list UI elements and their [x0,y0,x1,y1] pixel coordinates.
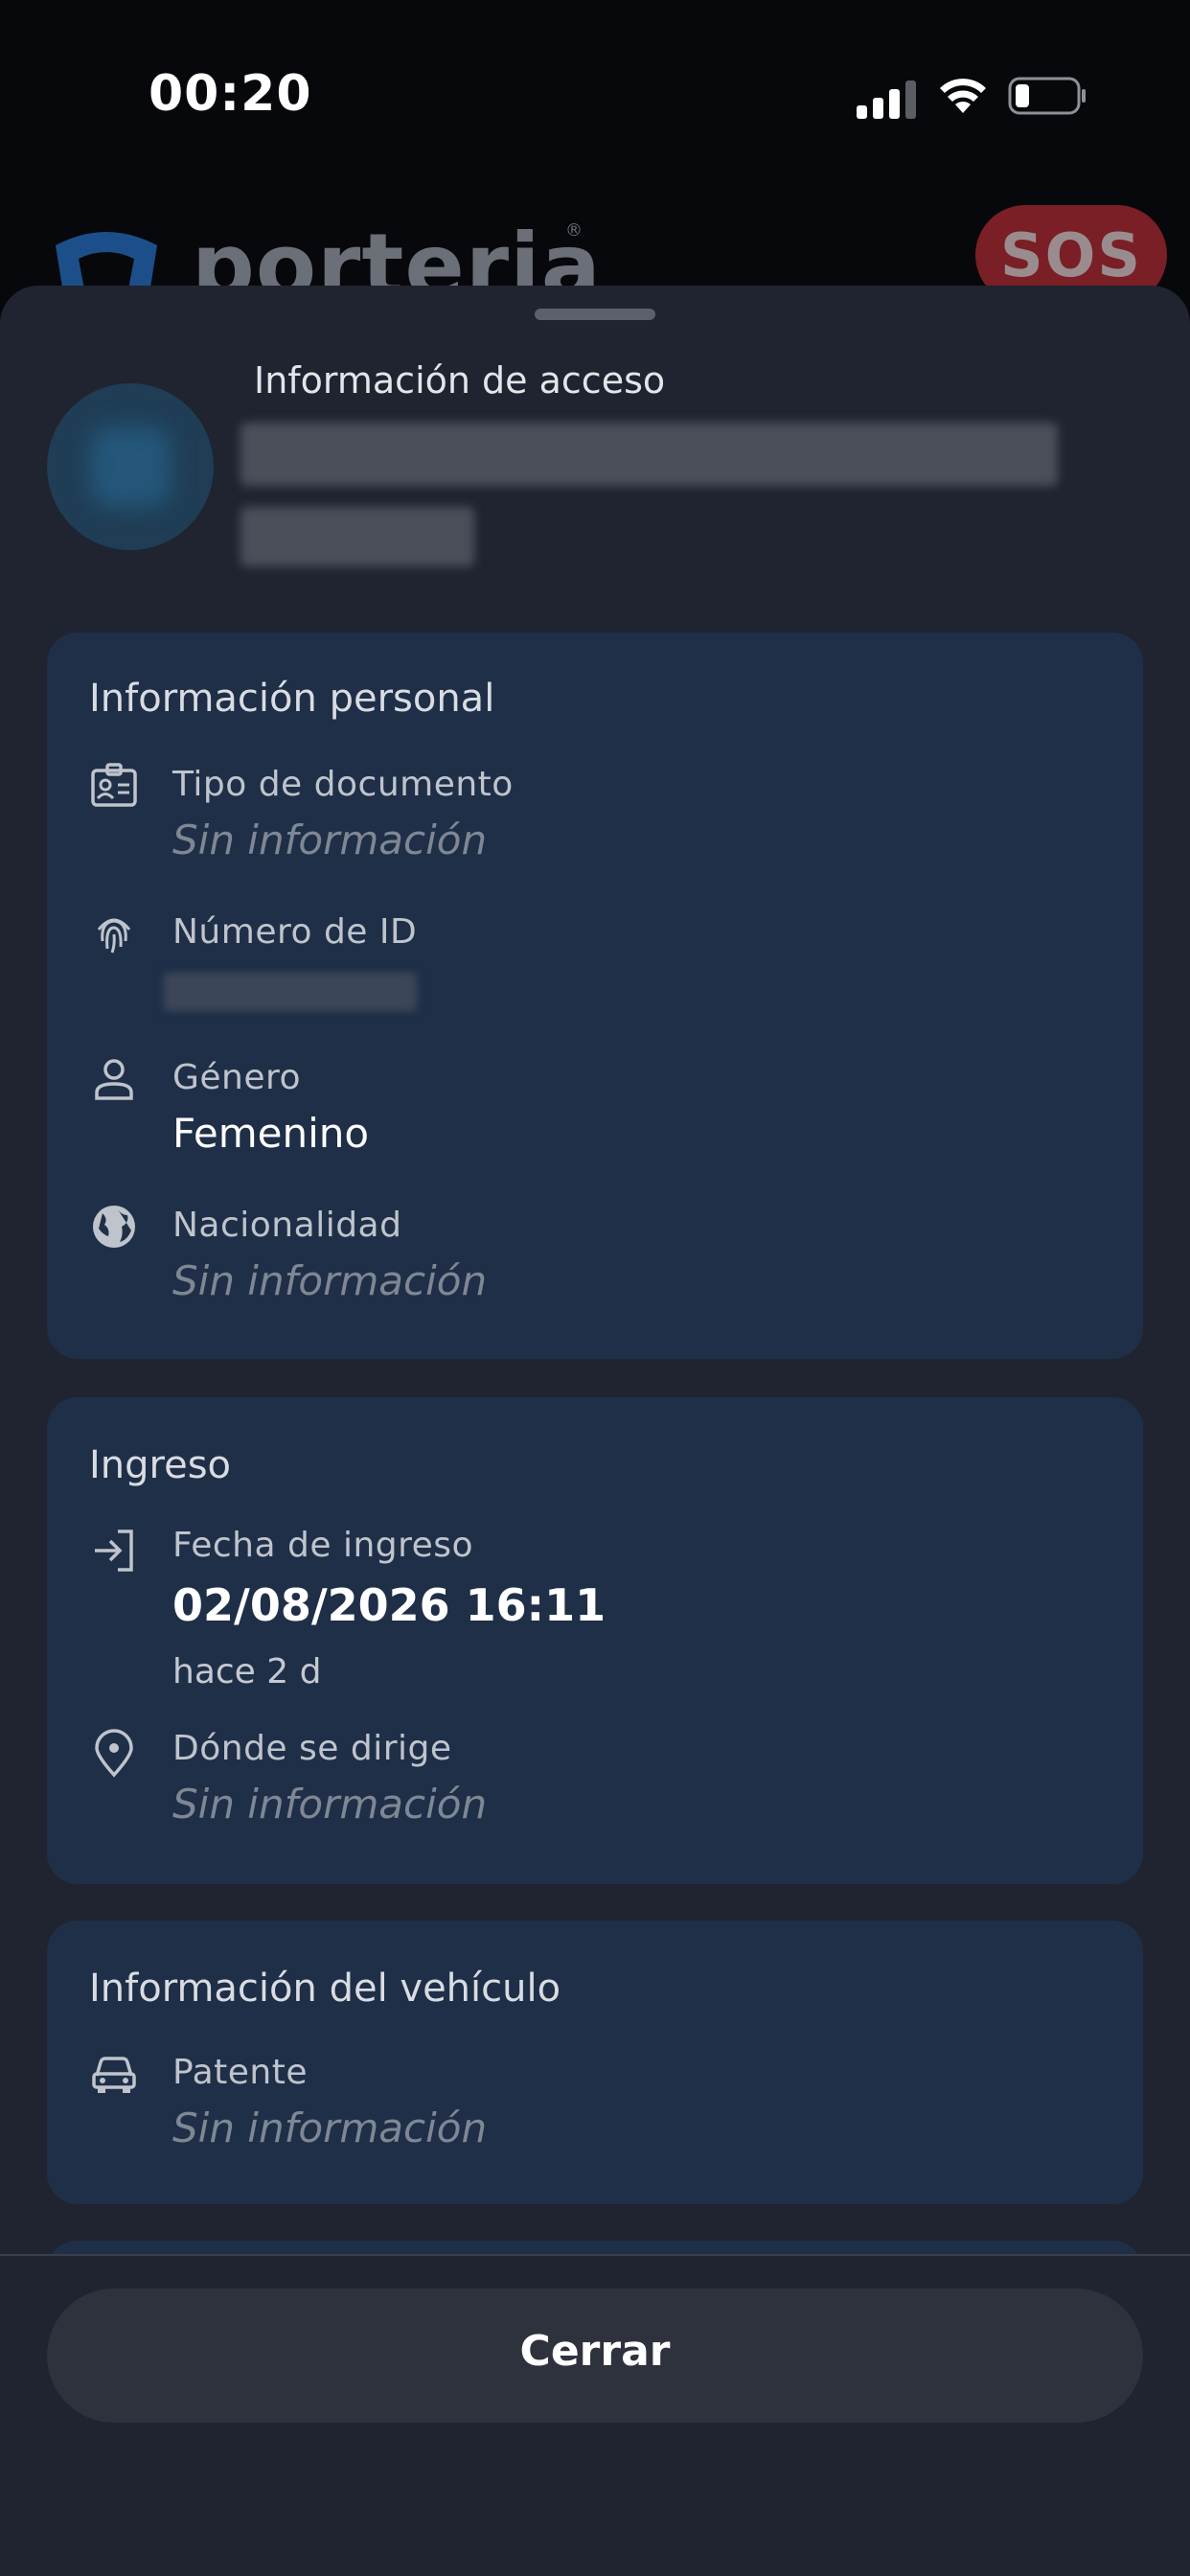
vehicle-card: Información del vehículo Patente Sin inf… [47,1920,1143,2204]
id-number-label: Número de ID [172,912,418,952]
globe-icon [93,1206,135,1248]
entry-card: Ingreso Fecha de ingreso 02/08/2026 16:1… [47,1397,1143,1884]
gender-value: Femenino [172,1110,370,1157]
cellular-signal-icon [857,80,916,119]
nationality-value: Sin información [172,1257,488,1304]
entry-date-value: 02/08/2026 16:11 [172,1579,606,1631]
battery-icon [1008,77,1086,115]
status-bar: 00:20 [0,0,1190,192]
avatar [47,383,214,550]
close-button-label: Cerrar [519,2327,671,2376]
access-info-sheet: Información de acceso Información person… [0,286,1190,2576]
visitor-subtitle-blurred [240,507,474,566]
id-number-value-blurred [164,973,417,1011]
status-time: 00:20 [149,65,312,123]
card-title: Ingreso [89,1443,232,1487]
personal-info-card: Información personal Tipo de documento S… [47,632,1143,1359]
sos-label: SOS [999,220,1142,290]
document-type-label: Tipo de documento [172,765,514,804]
id-card-icon [91,763,137,807]
logo-registered-mark: ® [565,220,583,241]
plate-value: Sin información [172,2104,488,2151]
person-icon [95,1059,133,1100]
destination-label: Dónde se dirige [172,1729,452,1768]
car-icon [92,2057,136,2093]
fingerprint-icon [97,918,131,954]
wifi-icon [940,79,986,113]
destination-value: Sin información [172,1781,488,1828]
plate-label: Patente [172,2053,308,2092]
visitor-name-blurred [240,423,1058,486]
status-icons [857,73,1087,121]
nationality-label: Nacionalidad [172,1206,402,1245]
document-type-value: Sin información [172,816,488,863]
gender-label: Género [172,1058,302,1097]
close-button[interactable]: Cerrar [47,2288,1143,2423]
card-title: Información del vehículo [89,1966,561,2011]
login-arrow-icon [95,1530,133,1572]
avatar-image-blurred [90,426,171,507]
entry-date-label: Fecha de ingreso [172,1526,474,1565]
sheet-title: Información de acceso [254,359,666,402]
card-title: Información personal [89,677,495,721]
sheet-grabber[interactable] [535,309,655,320]
sheet-footer: Cerrar [0,2254,1190,2576]
location-pin-icon [95,1729,133,1778]
entry-date-relative: hace 2 d [172,1652,322,1691]
